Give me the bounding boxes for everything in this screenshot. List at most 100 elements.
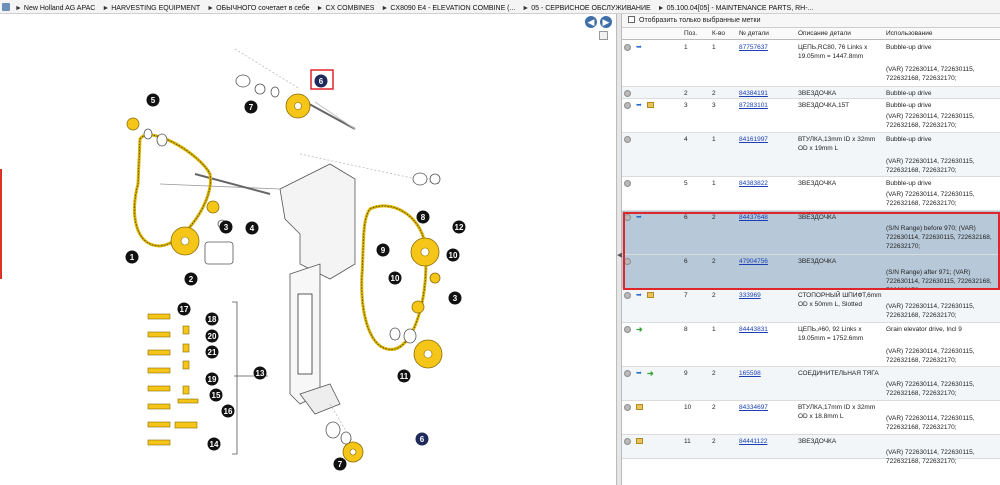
- part-number-link[interactable]: 84383822: [739, 179, 794, 188]
- select-dot-icon[interactable]: [624, 326, 631, 333]
- callout-1[interactable]: 1: [125, 250, 139, 264]
- box-icon[interactable]: [636, 404, 643, 410]
- callout-11[interactable]: 11: [397, 369, 411, 383]
- col-desc-header[interactable]: Описание детали: [798, 30, 851, 37]
- home-icon[interactable]: [2, 3, 10, 11]
- cart-arrow-icon[interactable]: ➥: [636, 44, 644, 51]
- row-pos: 6: [684, 214, 688, 221]
- table-row[interactable]: ➥ 6 2 84437648 ЗВЕЗДОЧКА (S/N Range) before 9…: [622, 211, 1000, 255]
- box-icon[interactable]: [647, 102, 654, 108]
- callout-9[interactable]: 9: [376, 243, 390, 257]
- breadcrumb-item[interactable]: ► HARVESTING EQUIPMENT: [102, 5, 200, 12]
- select-dot-icon[interactable]: [624, 102, 631, 109]
- cart-arrow-icon[interactable]: ➥: [636, 102, 644, 109]
- row-var: (S/N Range) before 970; (VAR) 722630114,…: [886, 225, 992, 250]
- cart-arrow-icon[interactable]: ➥: [636, 370, 644, 377]
- table-row[interactable]: 4 1 84161997 ВТУЛКА,13mm ID x 32mm OD x 19m…: [622, 133, 1000, 177]
- callout-17[interactable]: 17: [177, 302, 191, 316]
- callout-18[interactable]: 18: [205, 312, 219, 326]
- box-icon[interactable]: [647, 292, 654, 298]
- part-number-link[interactable]: 84384191: [739, 89, 794, 98]
- select-dot-icon[interactable]: [624, 44, 631, 51]
- select-dot-icon[interactable]: [624, 136, 631, 143]
- callout-12[interactable]: 12: [452, 220, 466, 234]
- select-dot-icon[interactable]: [624, 258, 631, 265]
- part-number-link[interactable]: 87757637: [739, 43, 794, 52]
- callout-14[interactable]: 14: [207, 437, 221, 451]
- breadcrumb-item[interactable]: ► ОБЫЧНОГО сочетает в себе: [207, 5, 309, 12]
- show-selected-checkbox[interactable]: [628, 16, 635, 23]
- callout-19[interactable]: 19: [205, 372, 219, 386]
- breadcrumb-item[interactable]: ► CX8090 E4 - ELEVATION COMBINE (...: [381, 5, 515, 12]
- callout-21[interactable]: 21: [205, 345, 219, 359]
- callout-5[interactable]: 5: [146, 93, 160, 107]
- row-desc: ЗВЕЗДОЧКА: [798, 438, 837, 445]
- row-desc: ВТУЛКА,13mm ID x 32mm OD x 19mm L: [798, 136, 876, 152]
- table-row[interactable]: 11 2 84441122 ЗВЕЗДОЧКА (VAR) 722630114, 722…: [622, 435, 1000, 465]
- table-row[interactable]: ➥ 7 2 333969 СТОПОРНЫЙ ШПИФТ,6mm OD x 50mm L…: [622, 289, 1000, 323]
- part-number-link[interactable]: 84334697: [739, 403, 794, 412]
- collapse-arrow-icon[interactable]: ◀: [617, 250, 622, 262]
- table-row[interactable]: 2 2 84384191 ЗВЕЗДОЧКА Bubble-up drive: [622, 87, 1000, 99]
- callout-10[interactable]: 10: [446, 248, 460, 262]
- callout-20[interactable]: 20: [205, 329, 219, 343]
- table-row[interactable]: ➜ 8 1 84443831 ЦЕПЬ,#60, 92 Links x 19.05mm …: [622, 323, 1000, 367]
- breadcrumb-item[interactable]: ► CX COMBINES: [317, 5, 375, 12]
- part-number-link[interactable]: 87283101: [739, 101, 794, 110]
- part-number-link[interactable]: 84443831: [739, 325, 794, 334]
- select-dot-icon[interactable]: [624, 438, 631, 445]
- green-arrow-icon[interactable]: ➜: [647, 370, 655, 378]
- callout-8[interactable]: 8: [416, 210, 430, 224]
- breadcrumb-item[interactable]: ► 05.100.04[05] - MAINTENANCE PARTS, RH-.…: [658, 5, 814, 12]
- table-row[interactable]: 10 2 84334697 ВТУЛКА,17mm ID x 32mm OD x 18…: [622, 401, 1000, 435]
- row-pos: 9: [684, 370, 688, 377]
- green-arrow-icon[interactable]: ➜: [636, 326, 644, 334]
- box-icon[interactable]: [636, 438, 643, 444]
- callout-6[interactable]: 6: [314, 74, 328, 88]
- col-qty-header[interactable]: К-во: [712, 30, 725, 37]
- table-row[interactable]: 5 1 84383822 ЗВЕЗДОЧКА Bubble-up drive (VAR) …: [622, 177, 1000, 211]
- callout-3[interactable]: 3: [448, 291, 462, 305]
- select-dot-icon[interactable]: [624, 292, 631, 299]
- col-part-header[interactable]: № детали: [739, 30, 769, 37]
- callout-15[interactable]: 15: [209, 388, 223, 402]
- table-row[interactable]: ➥ ➜ 9 2 165598 СОЕДИНИТЕЛЬНАЯ ТЯГА (VAR) 72263…: [622, 367, 1000, 401]
- diagram-viewer[interactable]: ◀ ▶ 5 7 8 6 1 2 3 4 9 10 12 10 3 11 13 1…: [0, 14, 616, 485]
- col-pos-header[interactable]: Поз.: [684, 30, 697, 37]
- col-usage-header[interactable]: Использование: [886, 30, 932, 37]
- part-number-link[interactable]: 84161997: [739, 135, 794, 144]
- row-pos: 11: [684, 438, 691, 445]
- callout-2[interactable]: 2: [184, 272, 198, 286]
- part-number-link[interactable]: 84441122: [739, 437, 794, 446]
- table-row[interactable]: 6 2 47904756 ЗВЕЗДОЧКА (S/N Range) after 971…: [622, 255, 1000, 294]
- select-dot-icon[interactable]: [624, 370, 631, 377]
- part-number-link[interactable]: 47904756: [739, 257, 794, 266]
- row-pos: 10: [684, 404, 692, 411]
- breadcrumb-item[interactable]: ► New Holland AG APAC: [15, 5, 95, 12]
- breadcrumb: ► New Holland AG APAC ► HARVESTING EQUIPME…: [0, 0, 1000, 14]
- callout-7[interactable]: 7: [244, 100, 258, 114]
- part-number-link[interactable]: 165598: [739, 369, 794, 378]
- table-header: Поз. К-во № детали Описание детали Испол…: [622, 28, 1000, 40]
- callout-13[interactable]: 13: [253, 366, 267, 380]
- table-row[interactable]: ➥ 3 3 87283101 ЗВЕЗДОЧКА,15T Bubble-up drive (…: [622, 99, 1000, 133]
- callout-7[interactable]: 7: [333, 457, 347, 471]
- callout-16[interactable]: 16: [221, 404, 235, 418]
- cart-arrow-icon[interactable]: ➥: [636, 292, 644, 299]
- row-pos: 1: [684, 44, 688, 51]
- cart-arrow-icon[interactable]: ➥: [636, 214, 644, 221]
- part-number-link[interactable]: 333969: [739, 291, 794, 300]
- callout-label: 10: [391, 274, 400, 283]
- callout-3[interactable]: 3: [219, 220, 233, 234]
- part-number-link[interactable]: 84437648: [739, 213, 794, 222]
- callout-4[interactable]: 4: [245, 221, 259, 235]
- select-dot-icon[interactable]: [624, 214, 631, 221]
- select-dot-icon[interactable]: [624, 90, 631, 97]
- row-desc: СОЕДИНИТЕЛЬНАЯ ТЯГА: [798, 370, 879, 377]
- table-row[interactable]: ➥ 1 1 87757637 ЦЕПЬ,RC80, 76 Links x 19.05mm…: [622, 41, 1000, 87]
- select-dot-icon[interactable]: [624, 180, 631, 187]
- callout-6[interactable]: 6: [415, 432, 429, 446]
- select-dot-icon[interactable]: [624, 404, 631, 411]
- breadcrumb-item[interactable]: ► 05 - СЕРВИСНОЕ ОБСЛУЖИВАНИЕ: [522, 5, 650, 12]
- callout-10[interactable]: 10: [388, 271, 402, 285]
